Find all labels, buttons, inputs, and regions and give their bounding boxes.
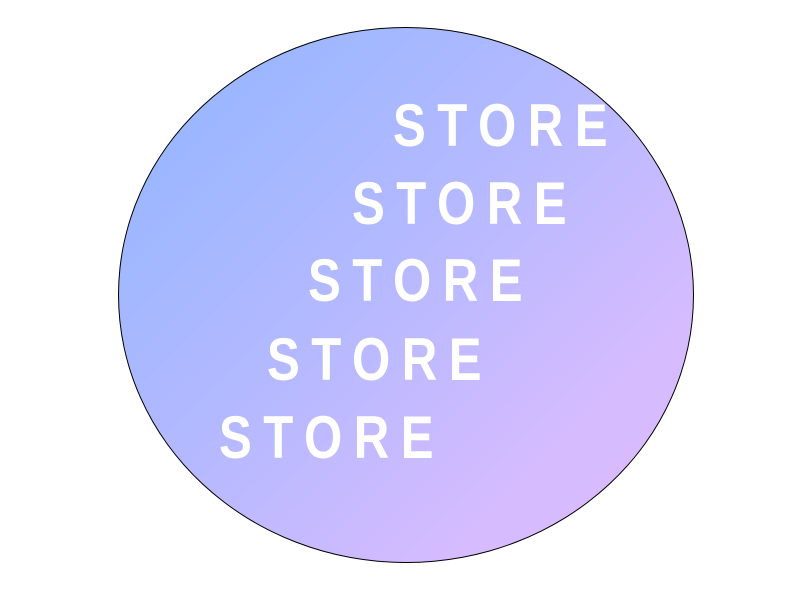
store-text-3: STORE [308,247,534,314]
store-text-4: STORE [267,326,493,393]
canvas: STORE STORE STORE STORE STORE [0,0,800,600]
store-text-2: STORE [352,170,578,237]
store-text-1: STORE [393,92,619,159]
store-text-5: STORE [219,404,445,471]
